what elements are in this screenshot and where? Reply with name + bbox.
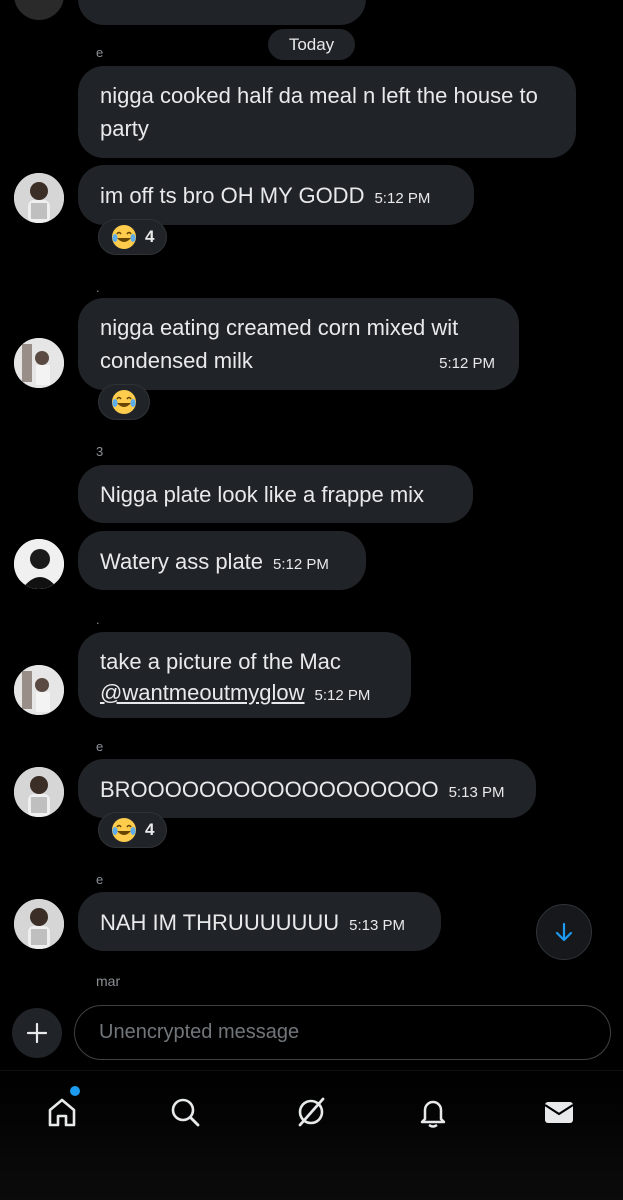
nav-home[interactable] [32, 1087, 92, 1137]
avatar[interactable] [14, 767, 64, 817]
message-text: nigga cooked half da meal n left the hou… [100, 83, 538, 141]
sender-name: e [96, 872, 104, 887]
arrow-down-icon [555, 922, 573, 942]
sender-name: e [96, 45, 104, 60]
nav-notifications[interactable] [403, 1087, 463, 1137]
reaction-pill[interactable]: 4 [98, 812, 168, 848]
message-time: 5:13 PM [448, 784, 505, 801]
message-text: Watery ass plate [100, 549, 264, 574]
message-bubble[interactable]: im off ts bro OH MY GODD 5:12 PM [78, 165, 474, 225]
sender-name: mar [96, 973, 121, 989]
nav-messages[interactable] [529, 1087, 589, 1137]
sender-name: 3 [96, 444, 104, 459]
notifications-icon [420, 1100, 446, 1128]
sender-name: . [96, 280, 100, 295]
avatar-cutoff [14, 0, 64, 20]
message-bubble[interactable]: BROOOOOOOOOOOOOOOOOO 5:13 PM [78, 759, 536, 818]
message-bubble[interactable]: take a picture of the Mac @wantmeoutmygl… [78, 632, 411, 718]
reaction-pill[interactable] [98, 384, 150, 420]
message-time: 5:12 PM [439, 355, 495, 372]
message-text: nigga eating creamed corn mixed wit cond… [100, 315, 459, 373]
date-divider: Today [268, 29, 355, 60]
add-attachment-button[interactable] [12, 1008, 62, 1058]
avatar[interactable] [14, 539, 64, 589]
avatar[interactable] [14, 899, 64, 949]
laughing-emoji-icon [112, 390, 136, 414]
message-bubble[interactable]: nigga eating creamed corn mixed wit cond… [78, 298, 519, 390]
sender-name: e [96, 739, 104, 754]
chat-thread[interactable]: Today e nigga cooked half da meal n left… [0, 0, 623, 990]
message-bubble[interactable]: Watery ass plate 5:12 PM [78, 531, 366, 590]
message-text: im off ts bro OH MY GODD [100, 183, 365, 208]
message-text: NAH IM THRUUUUUUU [100, 910, 340, 935]
laughing-emoji-icon [112, 818, 136, 842]
message-text: Nigga plate look like a frappe mix [100, 482, 425, 507]
message-bubble[interactable]: NAH IM THRUUUUUUU 5:13 PM [78, 892, 441, 951]
plus-icon [26, 1022, 48, 1044]
avatar[interactable] [14, 665, 64, 715]
home-notification-badge [70, 1086, 80, 1096]
message-bubble[interactable]: Nigga plate look like a frappe mix [78, 465, 473, 523]
message-text: BROOOOOOOOOOOOOOOOOO [100, 777, 439, 802]
reaction-count: 4 [145, 820, 155, 839]
message-time: 5:12 PM [314, 687, 371, 704]
reaction-count: 4 [145, 227, 155, 246]
grok-icon [298, 1097, 325, 1127]
message-time: 5:12 PM [273, 556, 329, 573]
message-time: 5:12 PM [374, 190, 431, 207]
message-text: take a picture of the Mac [100, 649, 341, 674]
message-input[interactable] [74, 1005, 611, 1060]
messages-icon [544, 1102, 574, 1123]
sender-name: . [96, 612, 100, 627]
nav-grok[interactable] [281, 1087, 341, 1137]
nav-search[interactable] [155, 1087, 215, 1137]
previous-message-bubble [78, 0, 366, 25]
user-mention-link[interactable]: @wantmeoutmyglow [100, 680, 305, 705]
home-icon [48, 1098, 76, 1127]
scroll-to-bottom-button[interactable] [536, 904, 592, 960]
message-bubble[interactable]: nigga cooked half da meal n left the hou… [78, 66, 576, 158]
bottom-navigation [0, 1070, 623, 1200]
message-time: 5:13 PM [349, 917, 406, 934]
message-composer [0, 990, 623, 1070]
search-icon [171, 1098, 200, 1127]
avatar[interactable] [14, 173, 64, 223]
reaction-pill[interactable]: 4 [98, 219, 168, 255]
laughing-emoji-icon [112, 225, 136, 249]
avatar[interactable] [14, 338, 64, 388]
